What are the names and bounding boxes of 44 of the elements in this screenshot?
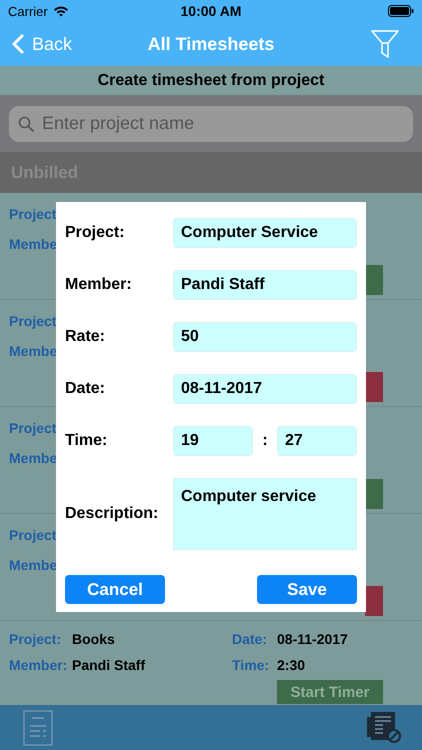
project-label: Project bbox=[9, 312, 56, 331]
project-name: Books bbox=[72, 631, 116, 647]
member-label: Member: bbox=[9, 656, 68, 674]
input-field[interactable]: 08-11-2017 bbox=[173, 374, 357, 404]
clock-time: 10:00 AM bbox=[180, 3, 242, 19]
input-field[interactable]: 50 bbox=[173, 322, 357, 352]
field-label: Member: bbox=[65, 276, 133, 294]
field-label: Description: bbox=[65, 505, 160, 523]
project-label: Project bbox=[9, 205, 56, 224]
date-value: 08-11-2017 bbox=[277, 631, 349, 647]
field-label: Date: bbox=[65, 380, 106, 398]
date-label: Date: bbox=[232, 630, 268, 648]
cancel-button[interactable]: Cancel bbox=[65, 575, 165, 604]
time-value: 2:30 bbox=[277, 657, 306, 673]
member-label: Membe bbox=[9, 556, 56, 575]
field-label: Time: bbox=[65, 432, 108, 450]
document-ban-icon[interactable] bbox=[366, 710, 402, 744]
wifi-icon bbox=[52, 5, 69, 17]
member-label: Membe bbox=[9, 449, 56, 468]
timer-button[interactable] bbox=[365, 479, 383, 509]
save-button[interactable]: Save bbox=[257, 575, 357, 604]
carrier-label: Carrier bbox=[8, 4, 48, 18]
search-field[interactable]: Enter project name bbox=[9, 106, 413, 142]
minutes-field[interactable]: 27 bbox=[277, 426, 357, 456]
battery-icon bbox=[388, 5, 414, 17]
input-field[interactable]: Pandi Staff bbox=[173, 270, 357, 300]
member-label: Membe bbox=[9, 235, 56, 254]
time-separator: : bbox=[261, 432, 269, 450]
hours-field[interactable]: 19 bbox=[173, 426, 253, 456]
description-field[interactable]: Computer service bbox=[173, 478, 357, 550]
member-name: Pandi Staff bbox=[72, 657, 146, 673]
project-label: Project: bbox=[9, 630, 62, 648]
project-label: Project bbox=[9, 419, 56, 438]
field-label: Rate: bbox=[65, 328, 106, 346]
screen-title: All Timesheets bbox=[148, 34, 274, 54]
time-label: Time: bbox=[232, 656, 270, 674]
timer-button[interactable] bbox=[365, 586, 383, 616]
field-label: Project: bbox=[65, 224, 126, 242]
timer-button[interactable] bbox=[365, 265, 383, 295]
member-label: Membe bbox=[9, 342, 56, 361]
input-field[interactable]: Computer Service bbox=[173, 218, 357, 248]
timer-button[interactable] bbox=[365, 372, 383, 402]
project-label: Project bbox=[9, 526, 56, 545]
search-icon bbox=[18, 116, 34, 132]
